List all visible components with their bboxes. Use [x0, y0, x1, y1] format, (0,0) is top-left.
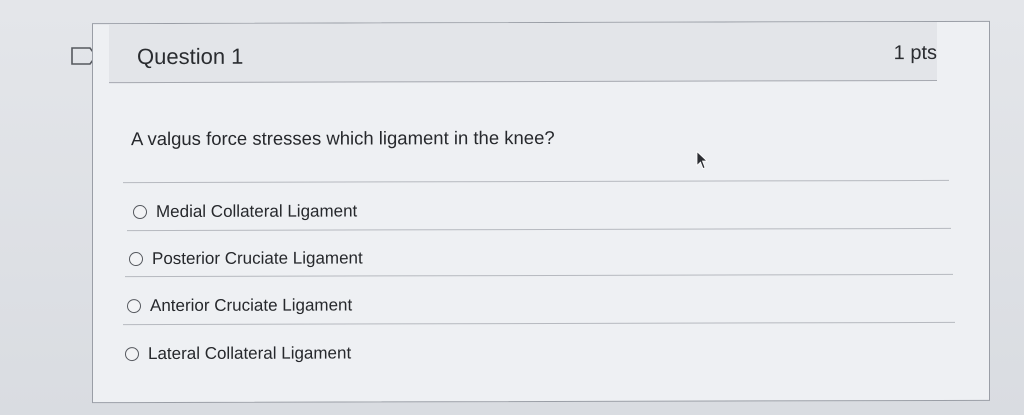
radio-button[interactable]	[127, 299, 141, 314]
question-points: 1 pts	[893, 41, 937, 65]
answer-label: Anterior Cruciate Ligament	[150, 295, 353, 316]
mouse-pointer-icon	[696, 150, 709, 170]
answer-label: Posterior Cruciate Ligament	[152, 248, 363, 269]
quiz-screen: Question 1 1 pts A valgus force stresses…	[0, 0, 1024, 415]
answer-label: Medial Collateral Ligament	[156, 201, 358, 222]
question-card: Question 1 1 pts A valgus force stresses…	[92, 20, 990, 404]
divider	[125, 273, 953, 278]
answer-option[interactable]: Posterior Cruciate Ligament	[129, 248, 363, 269]
question-title: Question 1	[137, 43, 244, 70]
answer-option[interactable]: Lateral Collateral Ligament	[125, 343, 351, 364]
radio-button[interactable]	[129, 252, 143, 267]
answer-option[interactable]: Anterior Cruciate Ligament	[127, 295, 352, 316]
answer-label: Lateral Collateral Ligament	[148, 343, 352, 364]
question-text: A valgus force stresses which ligament i…	[131, 126, 555, 150]
divider	[123, 321, 955, 326]
radio-button[interactable]	[125, 347, 139, 362]
divider	[123, 179, 949, 184]
divider	[127, 227, 951, 232]
answer-option[interactable]: Medial Collateral Ligament	[133, 201, 357, 222]
question-header: Question 1 1 pts	[109, 21, 937, 84]
radio-button[interactable]	[133, 205, 147, 220]
